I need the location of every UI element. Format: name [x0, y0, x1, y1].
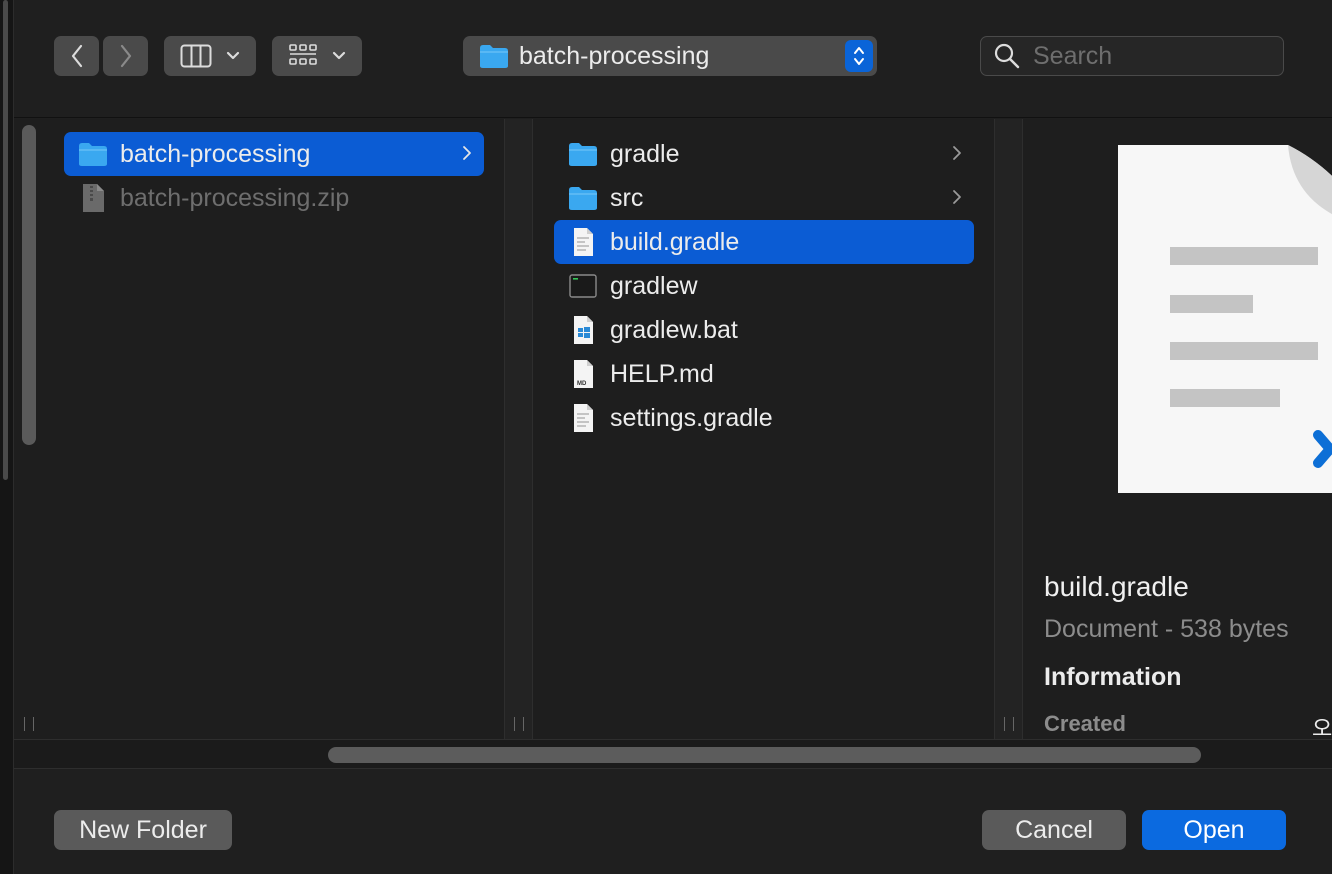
- toolbar: batch-processing: [14, 0, 1332, 118]
- location-popup[interactable]: batch-processing: [463, 36, 877, 76]
- columns-view-icon: [180, 44, 212, 68]
- terminal-icon: [569, 274, 597, 298]
- folder-icon: [569, 187, 597, 210]
- zip-file-icon: [83, 184, 104, 212]
- created-value: 오: [1312, 716, 1332, 739]
- column-resize-handle[interactable]: [514, 717, 524, 731]
- location-stepper[interactable]: [845, 40, 873, 72]
- up-down-chevron-icon: [854, 47, 864, 65]
- back-button[interactable]: [54, 36, 99, 76]
- preview-file-name: build.gradle: [1044, 571, 1189, 602]
- preview-pane: build.gradle Document - 538 bytes Inform…: [1024, 119, 1332, 739]
- item-label: batch-processing: [120, 139, 311, 168]
- open-button[interactable]: Open: [1142, 810, 1286, 850]
- list-item-src[interactable]: src: [554, 176, 974, 220]
- grid-icon: [289, 44, 317, 65]
- chevron-right-icon: [953, 146, 961, 160]
- item-label: batch-processing.zip: [120, 183, 350, 212]
- windows-file-icon: [574, 316, 593, 344]
- chevron-down-icon: [226, 51, 240, 60]
- list-item-gradlew-bat[interactable]: gradlew.bat: [554, 308, 974, 352]
- svg-text:MD: MD: [577, 381, 587, 387]
- item-label: settings.gradle: [610, 403, 773, 432]
- forward-button[interactable]: [103, 36, 148, 76]
- background-window-edge: [0, 0, 14, 874]
- chevron-right-icon: [953, 190, 961, 204]
- cancel-button[interactable]: Cancel: [982, 810, 1126, 850]
- chevron-right-icon: [463, 146, 471, 160]
- list-item-settings-gradle[interactable]: settings.gradle: [554, 396, 974, 440]
- list-item-batch-processing[interactable]: batch-processing: [64, 132, 484, 176]
- search-field[interactable]: [980, 36, 1284, 76]
- chevron-left-icon: [71, 44, 82, 68]
- column-divider[interactable]: [504, 119, 533, 739]
- item-label: src: [610, 183, 644, 212]
- document-icon: [574, 404, 593, 432]
- document-icon: [574, 228, 593, 256]
- list-item-help-md[interactable]: MD HELP.md: [554, 352, 974, 396]
- list-item-gradlew[interactable]: gradlew: [554, 264, 974, 308]
- location-label: batch-processing: [519, 41, 710, 70]
- folder-icon: [79, 143, 107, 166]
- item-label: gradlew: [610, 271, 698, 300]
- navigation-buttons: [54, 36, 148, 76]
- list-item-gradle[interactable]: gradle: [554, 132, 974, 176]
- open-file-dialog: batch-processing batch-processing batch-…: [14, 0, 1332, 874]
- markdown-file-icon: MD: [574, 360, 593, 388]
- preview-file-kind: Document - 538 bytes: [1044, 615, 1289, 643]
- search-input[interactable]: [1033, 41, 1273, 71]
- list-item-batch-processing-zip[interactable]: batch-processing.zip: [64, 176, 484, 220]
- search-icon: [994, 43, 1020, 69]
- horizontal-scrollbar[interactable]: [14, 739, 1332, 769]
- column-2: gradle src build.gradle gradlew gradlew.…: [534, 119, 994, 739]
- list-item-build-gradle[interactable]: build.gradle: [554, 220, 974, 264]
- group-by-button[interactable]: [272, 36, 362, 76]
- column-1: batch-processing batch-processing.zip: [44, 119, 504, 739]
- item-label: HELP.md: [610, 359, 714, 388]
- chevron-down-icon: [332, 51, 346, 60]
- new-folder-button[interactable]: New Folder: [54, 810, 232, 850]
- item-label: gradlew.bat: [610, 315, 738, 344]
- column-resize-handle[interactable]: [1004, 717, 1014, 731]
- vertical-scrollbar[interactable]: [20, 125, 38, 451]
- chevron-right-icon: [120, 44, 131, 68]
- folder-icon: [569, 143, 597, 166]
- dialog-footer: New Folder Cancel Open: [14, 770, 1332, 874]
- item-label: gradle: [610, 139, 680, 168]
- information-heading: Information: [1044, 663, 1182, 691]
- scrollbar-thumb[interactable]: [22, 125, 36, 445]
- column-resize-handle[interactable]: [24, 717, 34, 731]
- document-preview-icon: [1118, 145, 1332, 493]
- scrollbar-thumb[interactable]: [328, 747, 1201, 763]
- created-label: Created: [1044, 711, 1126, 736]
- column-browser: batch-processing batch-processing.zip gr…: [14, 119, 1332, 739]
- item-label: build.gradle: [610, 227, 740, 256]
- folder-icon: [480, 45, 508, 68]
- view-mode-button[interactable]: [164, 36, 256, 76]
- column-divider[interactable]: [994, 119, 1023, 739]
